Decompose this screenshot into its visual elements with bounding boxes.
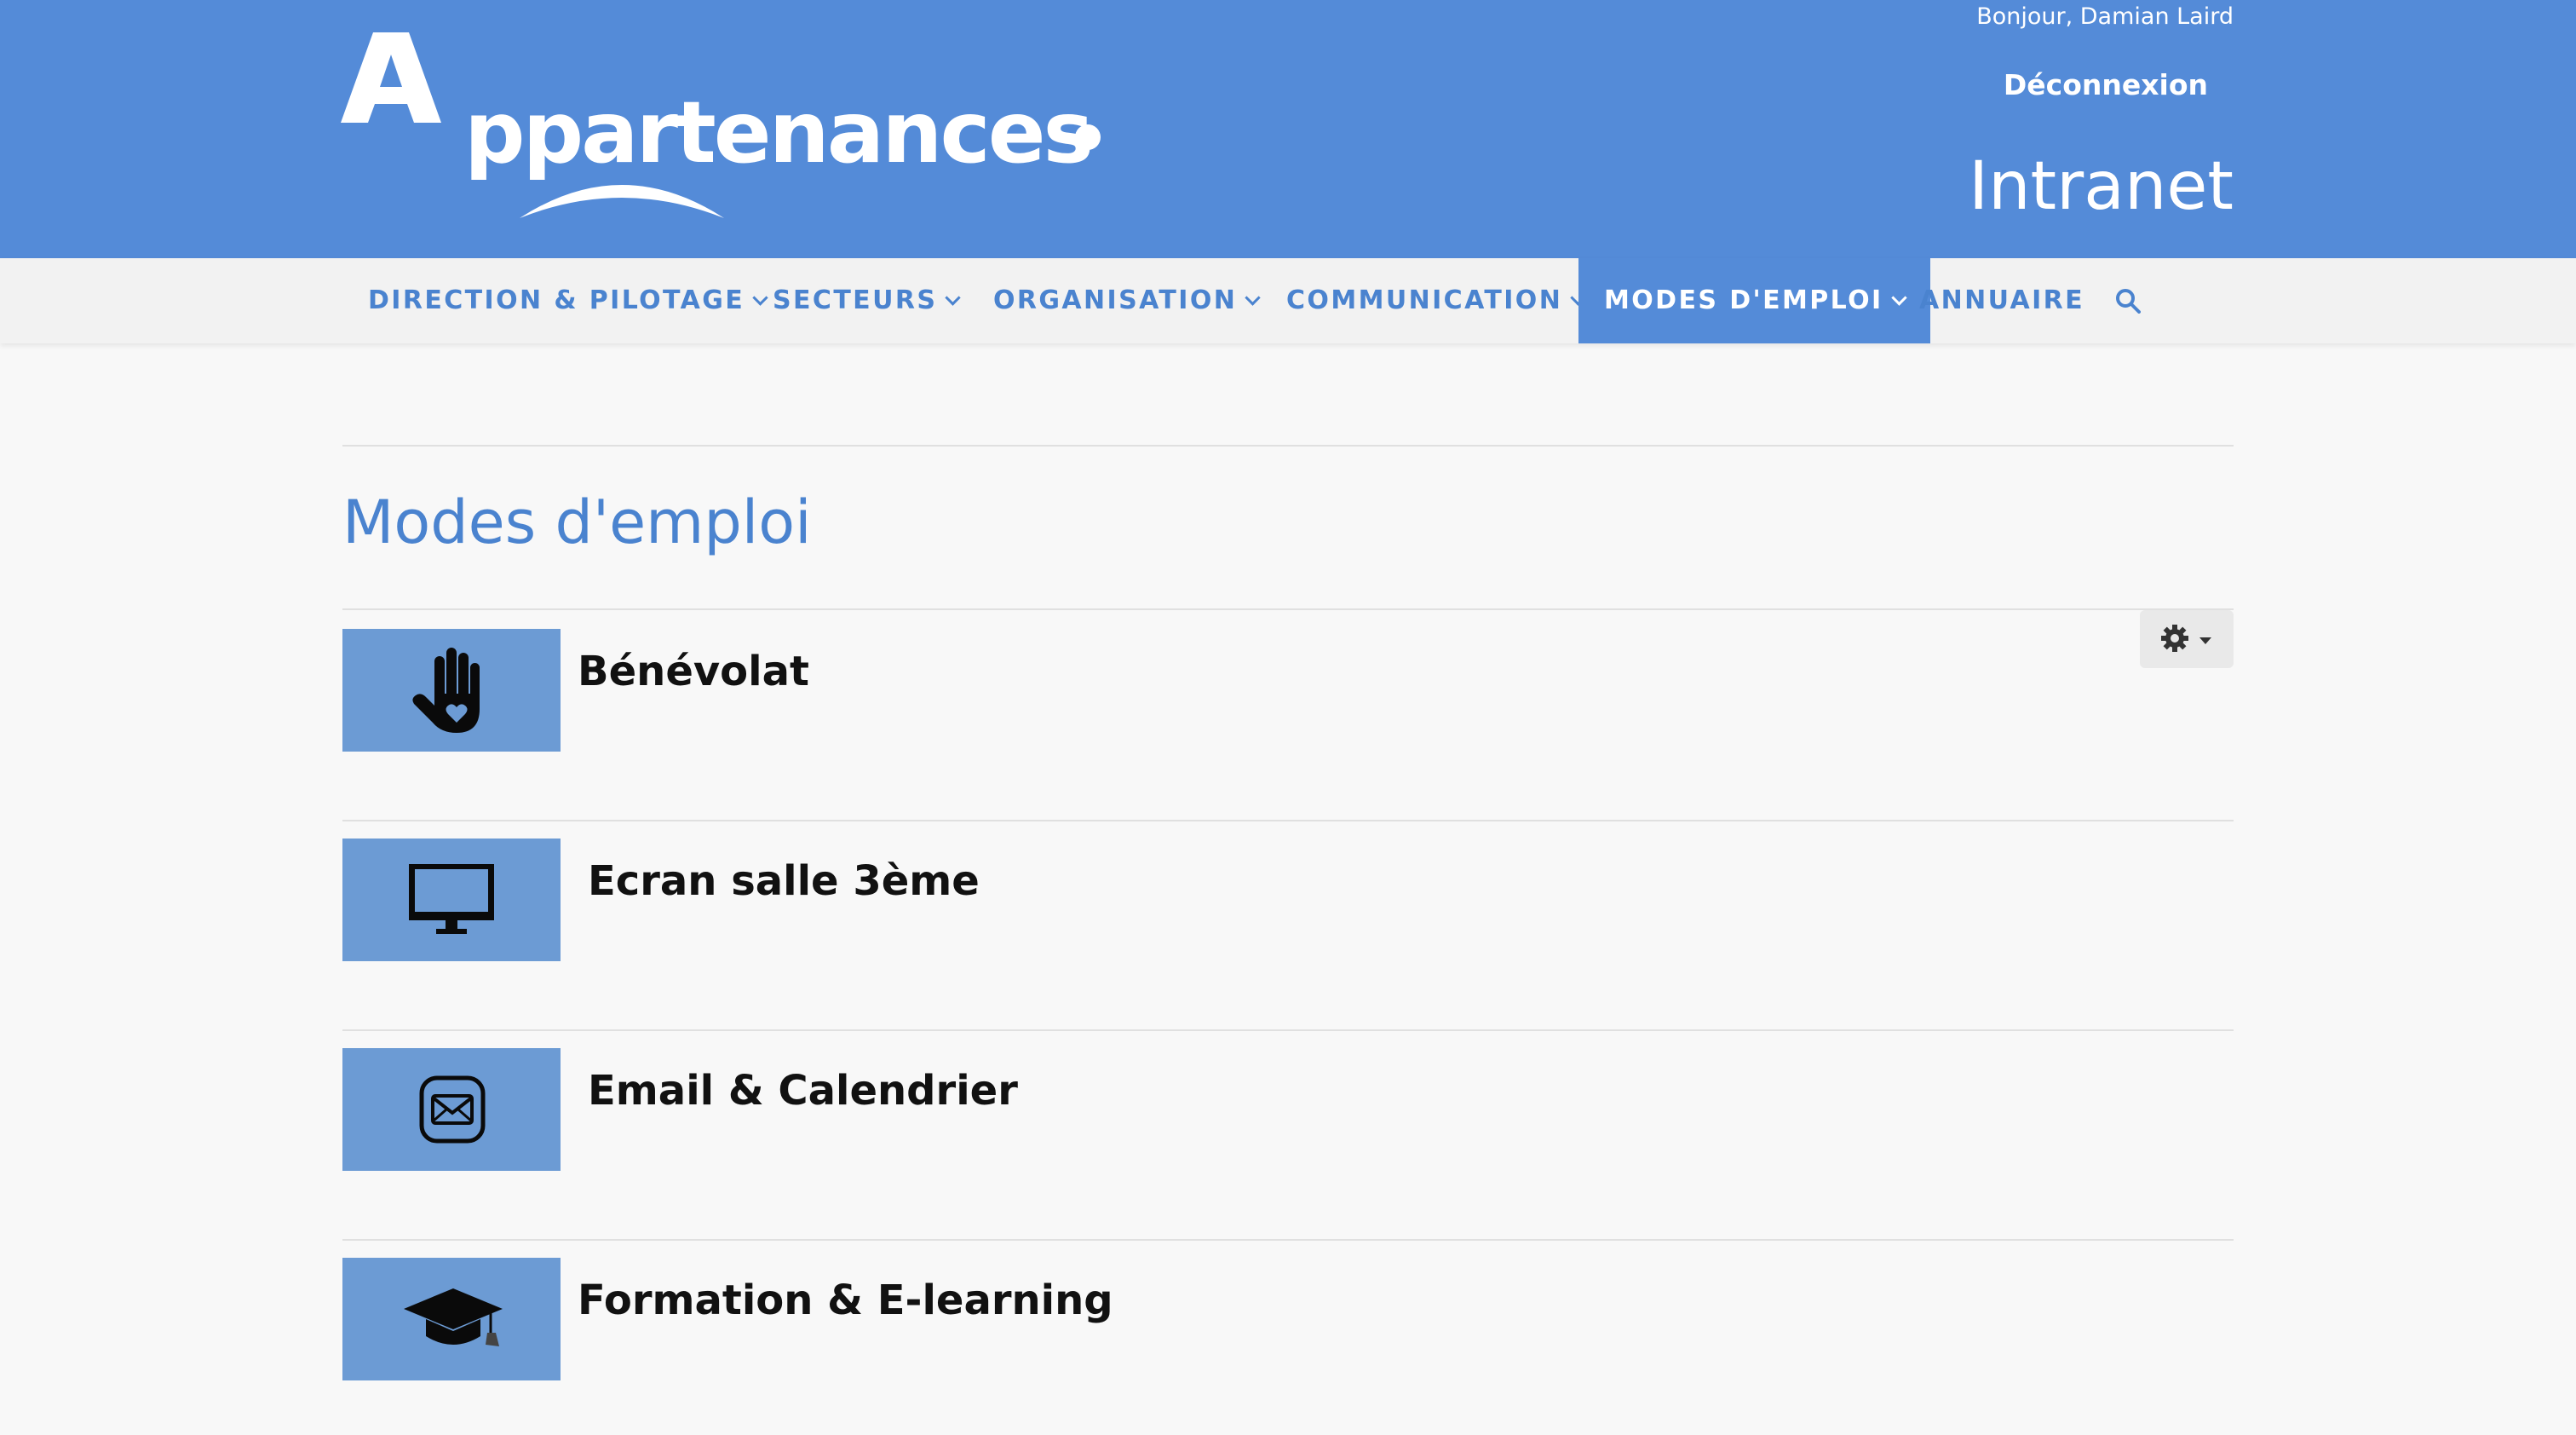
nav-item-label: ORGANISATION [993,285,1238,315]
nav-item-modes-emploi[interactable]: MODES D'EMPLOI [1578,258,1930,343]
nav-item-communication[interactable]: COMMUNICATION [1286,258,1586,343]
logo-wordmark: ppartenances [464,83,1094,182]
list-item[interactable]: Ecran salle 3ème [342,839,2234,963]
nav-item-organisation[interactable]: ORGANISATION [993,258,1261,343]
nav-item-label: DIRECTION & PILOTAGE [368,285,745,315]
nav-item-secteurs[interactable]: SECTEURS [773,258,962,343]
list-item[interactable]: Formation & E-learning [342,1258,2234,1382]
item-title[interactable]: Bénévolat [578,649,809,694]
chevron-down-icon [752,290,768,306]
item-title[interactable]: Ecran salle 3ème [588,859,980,904]
divider [342,445,2234,447]
divider [342,608,2234,610]
search-icon[interactable] [2115,288,2141,314]
envelope-icon [419,1075,486,1144]
chevron-down-icon [1890,290,1907,306]
main-navigation: DIRECTION & PILOTAGE SECTEURS ORGANISATI… [0,258,2576,343]
nav-item-label: ANNUAIRE [1919,285,2085,315]
item-title[interactable]: Formation & E-learning [578,1278,1113,1323]
chevron-down-icon [1245,290,1261,306]
logout-link[interactable]: Déconnexion [2004,68,2208,101]
divider [342,1239,2234,1241]
logo-letter-a [341,32,441,123]
site-logo[interactable]: ppartenances [341,32,1107,228]
site-label: Intranet [1969,148,2234,225]
list-item[interactable]: Email & Calendrier [342,1048,2234,1173]
item-title[interactable]: Email & Calendrier [588,1069,1018,1114]
logo-dot [1075,124,1101,150]
item-thumbnail[interactable] [342,629,561,752]
user-greeting: Bonjour, Damian Laird [1976,3,2234,30]
nav-item-direction-pilotage[interactable]: DIRECTION & PILOTAGE [368,258,768,343]
divider [342,1029,2234,1031]
item-thumbnail[interactable] [342,839,561,961]
hand-heart-icon [412,648,480,733]
graduation-cap-icon [404,1288,503,1346]
list-item[interactable]: Bénévolat [342,629,2234,753]
chevron-down-icon [945,290,962,306]
page-title: Modes d'emploi [342,487,812,557]
monitor-icon [409,864,494,934]
nav-item-label: COMMUNICATION [1286,285,1563,315]
item-thumbnail[interactable] [342,1048,561,1171]
site-header: ppartenances Bonjour, Damian Laird Décon… [0,0,2576,258]
item-thumbnail[interactable] [342,1258,561,1380]
logo-swoosh [520,185,724,218]
divider [342,820,2234,821]
nav-item-label: SECTEURS [773,285,938,315]
nav-item-annuaire[interactable]: ANNUAIRE [1919,258,2084,343]
nav-item-label: MODES D'EMPLOI [1604,285,1883,315]
